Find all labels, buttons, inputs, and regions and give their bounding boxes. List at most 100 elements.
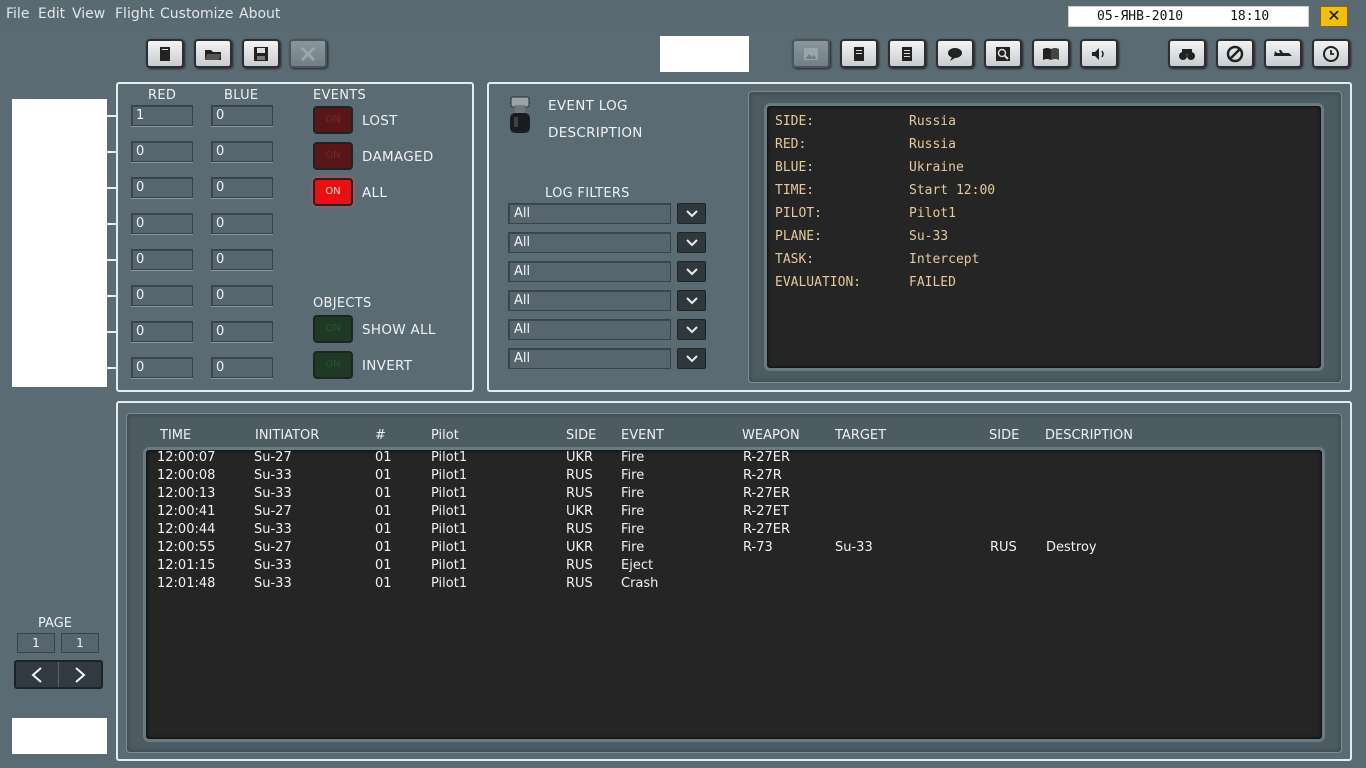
info-key: PLANE: xyxy=(775,229,822,244)
save-button[interactable] xyxy=(242,39,280,68)
info-value: Pilot1 xyxy=(909,206,956,221)
log-filter-dropdown-button[interactable] xyxy=(677,261,706,282)
log-filter-dropdown-button[interactable] xyxy=(677,203,706,224)
invert-toggle[interactable]: ON xyxy=(313,351,353,379)
image-button[interactable] xyxy=(792,39,830,68)
col-header-number[interactable]: # xyxy=(375,428,386,443)
new-button[interactable] xyxy=(146,39,184,68)
plane-button[interactable] xyxy=(1264,39,1302,68)
list-button[interactable] xyxy=(888,39,926,68)
col-header-initiator[interactable]: INITIATOR xyxy=(255,428,319,443)
chat-button[interactable] xyxy=(936,39,974,68)
mode-toggle-switch[interactable] xyxy=(507,95,533,135)
col-header-target[interactable]: TARGET xyxy=(835,428,886,443)
show-all-toggle[interactable]: ON xyxy=(313,315,353,343)
cell-event: Eject xyxy=(621,558,654,573)
cell-number: 01 xyxy=(375,504,392,519)
damaged-toggle[interactable]: ON xyxy=(313,142,353,170)
log-filter-dropdown-button[interactable] xyxy=(677,319,706,340)
blue-count-field[interactable]: 0 xyxy=(211,285,273,306)
cell-time: 12:00:55 xyxy=(157,540,216,555)
cell-weapon: R-27ER xyxy=(743,486,790,501)
clock-icon xyxy=(1323,45,1339,62)
log-filter-select[interactable]: All xyxy=(508,290,671,311)
damaged-label: DAMAGED xyxy=(362,149,434,165)
red-count-field[interactable]: 0 xyxy=(131,213,193,234)
blue-count-field[interactable]: 0 xyxy=(211,177,273,198)
binoculars-button[interactable] xyxy=(1168,39,1206,68)
book-button[interactable] xyxy=(1032,39,1070,68)
blue-count-field[interactable]: 0 xyxy=(211,249,273,270)
invert-label: INVERT xyxy=(362,358,413,374)
menu-about[interactable]: About xyxy=(239,6,280,22)
red-count-field[interactable]: 1 xyxy=(131,105,193,126)
info-value: Ukraine xyxy=(909,160,964,175)
cell-initiator: Su-27 xyxy=(254,504,292,519)
menu-edit[interactable]: Edit xyxy=(38,6,65,22)
open-button[interactable] xyxy=(194,39,232,68)
blank-status-box xyxy=(12,718,107,754)
menu-file[interactable]: File xyxy=(6,6,29,22)
red-count-field[interactable]: 0 xyxy=(131,141,193,162)
log-filter-select[interactable]: All xyxy=(508,203,671,224)
col-header-weapon[interactable]: WEAPON xyxy=(742,428,800,443)
red-count-field[interactable]: 0 xyxy=(131,249,193,270)
cell-event: Crash xyxy=(621,576,659,591)
red-count-field[interactable]: 0 xyxy=(131,357,193,378)
log-filter-dropdown-button[interactable] xyxy=(677,232,706,253)
lost-toggle[interactable]: ON xyxy=(313,106,353,134)
cell-pilot: Pilot1 xyxy=(431,576,468,591)
log-filter-dropdown-button[interactable] xyxy=(677,348,706,369)
document-button[interactable] xyxy=(840,39,878,68)
log-filter-select[interactable]: All xyxy=(508,232,671,253)
red-count-field[interactable]: 0 xyxy=(131,177,193,198)
col-header-time[interactable]: TIME xyxy=(160,428,191,443)
col-header-target-side[interactable]: SIDE xyxy=(989,428,1019,443)
delete-button[interactable] xyxy=(289,39,327,68)
log-filter-dropdown-button[interactable] xyxy=(677,290,706,311)
col-header-description[interactable]: DESCRIPTION xyxy=(1045,428,1133,443)
blue-count-field[interactable]: 0 xyxy=(211,357,273,378)
col-header-side[interactable]: SIDE xyxy=(566,428,596,443)
zoom-icon xyxy=(996,46,1010,61)
time-text: 18:10 xyxy=(1230,9,1270,24)
clock-button[interactable] xyxy=(1312,39,1350,68)
log-filter-select[interactable]: All xyxy=(508,261,671,282)
sound-button[interactable] xyxy=(1080,39,1118,68)
log-filter-select[interactable]: All xyxy=(508,348,671,369)
no-entry-button[interactable] xyxy=(1216,39,1254,68)
zoom-button[interactable] xyxy=(984,39,1022,68)
next-page-button[interactable] xyxy=(58,662,101,687)
menu-flight[interactable]: Flight xyxy=(115,6,154,22)
menu-customize[interactable]: Customize xyxy=(160,6,234,22)
cell-number: 01 xyxy=(375,468,392,483)
blue-count-field[interactable]: 0 xyxy=(211,213,273,234)
cell-side: RUS xyxy=(566,486,593,501)
menu-view[interactable]: View xyxy=(72,6,105,22)
blue-count-field[interactable]: 0 xyxy=(211,105,273,126)
no-entry-icon xyxy=(1226,45,1244,62)
save-icon xyxy=(254,46,268,61)
previous-page-button[interactable] xyxy=(16,662,58,687)
page-label: PAGE xyxy=(38,616,72,631)
all-toggle[interactable]: ON xyxy=(313,178,353,206)
col-header-pilot[interactable]: Pilot xyxy=(431,428,459,443)
cell-side: UKR xyxy=(566,540,594,555)
blue-count-field[interactable]: 0 xyxy=(211,321,273,342)
cell-event: Fire xyxy=(621,540,645,555)
stats-panel xyxy=(116,82,474,392)
book-icon xyxy=(1043,47,1059,60)
info-value: Russia xyxy=(909,114,956,129)
cell-side: UKR xyxy=(566,450,594,465)
red-count-field[interactable]: 0 xyxy=(131,285,193,306)
log-filter-select[interactable]: All xyxy=(508,319,671,340)
info-key: EVALUATION: xyxy=(775,275,862,290)
close-button[interactable]: ✕ xyxy=(1320,6,1348,27)
blue-count-field[interactable]: 0 xyxy=(211,141,273,162)
image-icon xyxy=(804,47,818,60)
cell-initiator: Su-27 xyxy=(254,450,292,465)
cell-initiator: Su-33 xyxy=(254,522,292,537)
col-header-event[interactable]: EVENT xyxy=(621,428,664,443)
info-key: TASK: xyxy=(775,252,815,267)
red-count-field[interactable]: 0 xyxy=(131,321,193,342)
